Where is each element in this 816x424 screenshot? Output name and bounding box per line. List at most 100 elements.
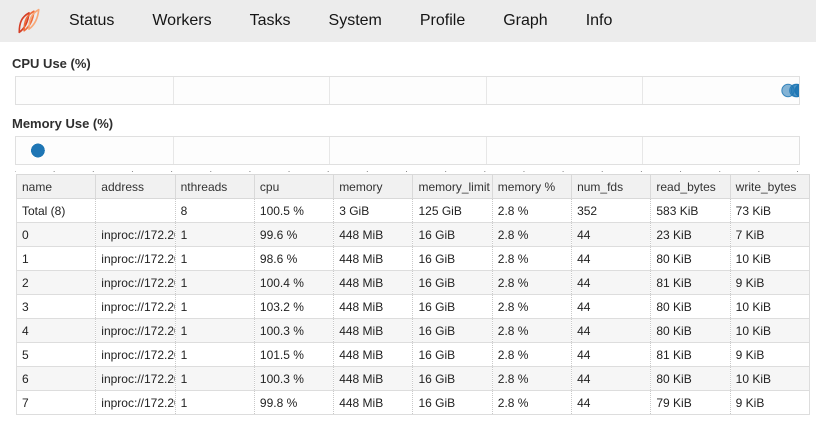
cell-num-fds[interactable]: 44: [572, 391, 651, 415]
cell-cpu[interactable]: 100.3 %: [254, 319, 333, 343]
column-header-address[interactable]: address: [96, 175, 175, 199]
cell-address[interactable]: inproc://172.20: [96, 223, 175, 247]
cell-read-bytes[interactable]: 80 KiB: [651, 319, 730, 343]
cell-name[interactable]: Total (8): [17, 199, 96, 223]
cell-read-bytes[interactable]: 80 KiB: [651, 247, 730, 271]
cell-memory-limit[interactable]: 125 GiB: [413, 199, 492, 223]
cell-name[interactable]: 1: [17, 247, 96, 271]
table-row-worker-1[interactable]: 1inproc://172.20198.6 %448 MiB16 GiB2.8 …: [17, 247, 810, 271]
cell-read-bytes[interactable]: 583 KiB: [651, 199, 730, 223]
cell-address[interactable]: inproc://172.20: [96, 319, 175, 343]
table-row-worker-5[interactable]: 5inproc://172.201101.5 %448 MiB16 GiB2.8…: [17, 343, 810, 367]
cell-address[interactable]: inproc://172.20: [96, 271, 175, 295]
nav-item-workers[interactable]: Workers: [133, 0, 230, 42]
cell-write-bytes[interactable]: 9 KiB: [730, 343, 809, 367]
cell-nthreads[interactable]: 1: [175, 295, 254, 319]
cell-nthreads[interactable]: 1: [175, 247, 254, 271]
cell-read-bytes[interactable]: 80 KiB: [651, 295, 730, 319]
cell-address[interactable]: [96, 199, 175, 223]
nav-item-system[interactable]: System: [310, 0, 401, 42]
cell-write-bytes[interactable]: 10 KiB: [730, 319, 809, 343]
cell-name[interactable]: 6: [17, 367, 96, 391]
column-header-nthreads[interactable]: nthreads: [175, 175, 254, 199]
cell-memory-limit[interactable]: 16 GiB: [413, 295, 492, 319]
cell-write-bytes[interactable]: 7 KiB: [730, 223, 809, 247]
cell-memory-limit[interactable]: 16 GiB: [413, 319, 492, 343]
table-row-worker-4[interactable]: 4inproc://172.201100.3 %448 MiB16 GiB2.8…: [17, 319, 810, 343]
cell-memory[interactable]: 448 MiB: [334, 271, 413, 295]
cell-cpu[interactable]: 100.3 %: [254, 367, 333, 391]
cell-memory[interactable]: 2.8 %: [492, 343, 571, 367]
dask-logo-icon[interactable]: [14, 5, 44, 37]
cell-name[interactable]: 3: [17, 295, 96, 319]
cell-write-bytes[interactable]: 10 KiB: [730, 295, 809, 319]
table-row-worker-6[interactable]: 6inproc://172.201100.3 %448 MiB16 GiB2.8…: [17, 367, 810, 391]
column-header-cpu[interactable]: cpu: [254, 175, 333, 199]
cell-cpu[interactable]: 98.6 %: [254, 247, 333, 271]
cell-memory[interactable]: 448 MiB: [334, 223, 413, 247]
nav-item-tasks[interactable]: Tasks: [231, 0, 310, 42]
cell-memory[interactable]: 2.8 %: [492, 319, 571, 343]
nav-item-status[interactable]: Status: [50, 0, 133, 42]
table-row-worker-0[interactable]: 0inproc://172.20199.6 %448 MiB16 GiB2.8 …: [17, 223, 810, 247]
cell-num-fds[interactable]: 44: [572, 223, 651, 247]
cell-name[interactable]: 5: [17, 343, 96, 367]
nav-item-graph[interactable]: Graph: [484, 0, 566, 42]
cell-memory[interactable]: 448 MiB: [334, 343, 413, 367]
cell-num-fds[interactable]: 44: [572, 271, 651, 295]
nav-item-info[interactable]: Info: [567, 0, 632, 42]
cell-memory[interactable]: 448 MiB: [334, 247, 413, 271]
cell-address[interactable]: inproc://172.20: [96, 343, 175, 367]
cell-cpu[interactable]: 99.8 %: [254, 391, 333, 415]
cell-memory[interactable]: 448 MiB: [334, 391, 413, 415]
cell-num-fds[interactable]: 44: [572, 367, 651, 391]
column-header-memory[interactable]: memory %: [492, 175, 571, 199]
cell-memory[interactable]: 2.8 %: [492, 391, 571, 415]
cell-nthreads[interactable]: 1: [175, 343, 254, 367]
cell-read-bytes[interactable]: 23 KiB: [651, 223, 730, 247]
cell-name[interactable]: 2: [17, 271, 96, 295]
cell-num-fds[interactable]: 44: [572, 343, 651, 367]
cell-nthreads[interactable]: 8: [175, 199, 254, 223]
cell-nthreads[interactable]: 1: [175, 391, 254, 415]
table-row-total[interactable]: Total (8)8100.5 %3 GiB125 GiB2.8 %352583…: [17, 199, 810, 223]
cell-address[interactable]: inproc://172.20: [96, 295, 175, 319]
cell-write-bytes[interactable]: 9 KiB: [730, 271, 809, 295]
cell-memory[interactable]: 448 MiB: [334, 367, 413, 391]
column-header-read-bytes[interactable]: read_bytes: [651, 175, 730, 199]
cell-address[interactable]: inproc://172.20: [96, 391, 175, 415]
cell-num-fds[interactable]: 44: [572, 295, 651, 319]
cell-memory[interactable]: 2.8 %: [492, 271, 571, 295]
table-row-worker-3[interactable]: 3inproc://172.201103.2 %448 MiB16 GiB2.8…: [17, 295, 810, 319]
cell-nthreads[interactable]: 1: [175, 319, 254, 343]
cell-memory-limit[interactable]: 16 GiB: [413, 367, 492, 391]
cell-num-fds[interactable]: 44: [572, 319, 651, 343]
cell-memory[interactable]: 2.8 %: [492, 295, 571, 319]
cell-read-bytes[interactable]: 80 KiB: [651, 367, 730, 391]
cell-read-bytes[interactable]: 81 KiB: [651, 271, 730, 295]
cell-memory-limit[interactable]: 16 GiB: [413, 271, 492, 295]
column-header-name[interactable]: name: [17, 175, 96, 199]
cell-address[interactable]: inproc://172.20: [96, 247, 175, 271]
cell-cpu[interactable]: 101.5 %: [254, 343, 333, 367]
cell-cpu[interactable]: 103.2 %: [254, 295, 333, 319]
cell-nthreads[interactable]: 1: [175, 367, 254, 391]
cell-memory[interactable]: 2.8 %: [492, 367, 571, 391]
cell-memory[interactable]: 2.8 %: [492, 247, 571, 271]
cell-memory[interactable]: 2.8 %: [492, 199, 571, 223]
cell-memory[interactable]: 448 MiB: [334, 319, 413, 343]
cell-write-bytes[interactable]: 10 KiB: [730, 247, 809, 271]
cell-memory[interactable]: 3 GiB: [334, 199, 413, 223]
nav-item-profile[interactable]: Profile: [401, 0, 484, 42]
cell-read-bytes[interactable]: 81 KiB: [651, 343, 730, 367]
cell-cpu[interactable]: 100.5 %: [254, 199, 333, 223]
cell-write-bytes[interactable]: 9 KiB: [730, 391, 809, 415]
cpu-use-plot[interactable]: [15, 76, 800, 105]
cell-memory-limit[interactable]: 16 GiB: [413, 247, 492, 271]
column-header-num-fds[interactable]: num_fds: [572, 175, 651, 199]
column-header-memory-limit[interactable]: memory_limit: [413, 175, 492, 199]
cell-memory[interactable]: 2.8 %: [492, 223, 571, 247]
table-row-worker-2[interactable]: 2inproc://172.201100.4 %448 MiB16 GiB2.8…: [17, 271, 810, 295]
column-header-memory[interactable]: memory: [334, 175, 413, 199]
cell-name[interactable]: 7: [17, 391, 96, 415]
